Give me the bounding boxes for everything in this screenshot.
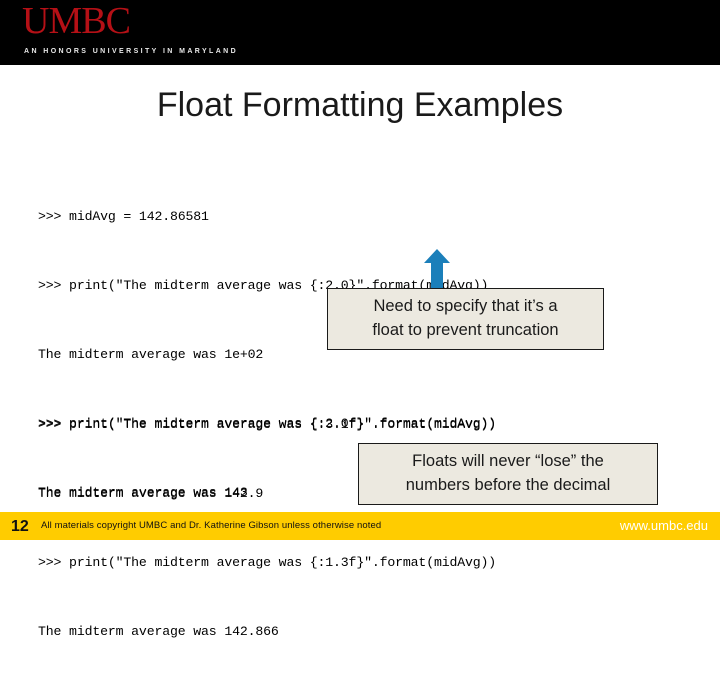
footer-band: 12 All materials copyright UMBC and Dr. … xyxy=(0,512,720,540)
code-line: >>> print("The midterm average was {:3.1… xyxy=(38,417,497,432)
umbc-logo-wordmark: UMBC xyxy=(22,0,131,42)
page-title: Float Formatting Examples xyxy=(156,86,564,124)
callout-float-precision: Floats will never “lose” the numbers bef… xyxy=(358,443,658,505)
slide: UMBC AN HONORS UNIVERSITY IN MARYLAND Fl… xyxy=(0,0,720,639)
page-number: 12 xyxy=(11,518,29,535)
copyright-notice: All materials copyright UMBC and Dr. Kat… xyxy=(41,520,382,531)
callout-line: Need to specify that it’s a xyxy=(373,297,558,316)
callout-line: float to prevent truncation xyxy=(372,321,559,339)
callout-line: Floats will never “lose” the xyxy=(412,452,604,471)
umbc-url: www.umbc.edu xyxy=(619,518,708,533)
arrow-up-icon xyxy=(424,249,450,293)
code-line: The midterm average was 142.866 xyxy=(38,624,279,639)
header-band: UMBC AN HONORS UNIVERSITY IN MARYLAND xyxy=(0,0,720,65)
umbc-logo-tagline: AN HONORS UNIVERSITY IN MARYLAND xyxy=(24,48,239,55)
callout-truncation: Need to specify that it’s a float to pre… xyxy=(327,288,604,350)
callout-line: numbers before the decimal xyxy=(405,476,611,494)
code-line: >>> print("The midterm average was {:1.3… xyxy=(38,555,497,570)
code-line: >>> midAvg = 142.86581 xyxy=(38,209,209,224)
